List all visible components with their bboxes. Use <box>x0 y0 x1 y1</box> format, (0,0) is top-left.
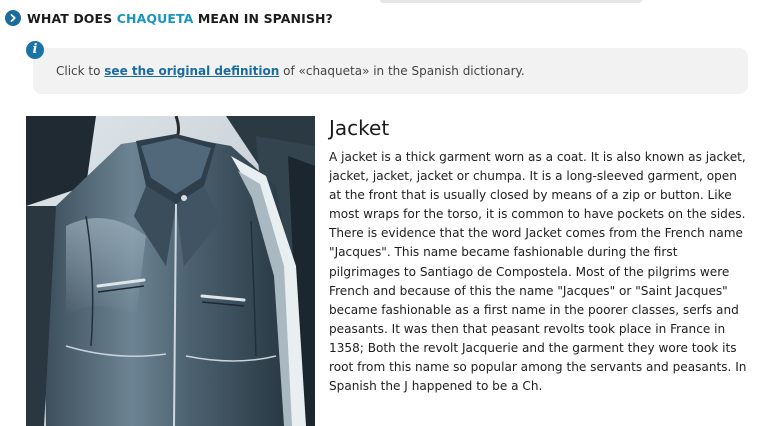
heading-suffix: MEAN IN SPANISH? <box>193 10 333 26</box>
original-definition-link[interactable]: see the original definition <box>104 64 279 78</box>
heading-word: CHAQUETA <box>116 10 194 26</box>
info-lead: Click to <box>56 64 105 78</box>
info-rest: of «chaqueta» in the Spanish dictionary. <box>279 64 525 78</box>
info-panel: Click to see the original definition of … <box>33 48 748 94</box>
definition-title: Jacket <box>329 116 390 140</box>
section-heading: WHAT DOES CHAQUETA MEAN IN SPANISH? <box>5 8 333 28</box>
definition-text: A jacket is a thick garment worn as a co… <box>329 150 747 394</box>
chevron-right-icon <box>5 10 21 26</box>
heading-prefix: WHAT DOES <box>27 10 117 26</box>
jacket-image <box>26 116 315 426</box>
info-icon: i <box>26 41 44 59</box>
page-title: WHAT DOES CHAQUETA MEAN IN SPANISH? <box>27 11 333 26</box>
top-divider <box>380 0 642 3</box>
